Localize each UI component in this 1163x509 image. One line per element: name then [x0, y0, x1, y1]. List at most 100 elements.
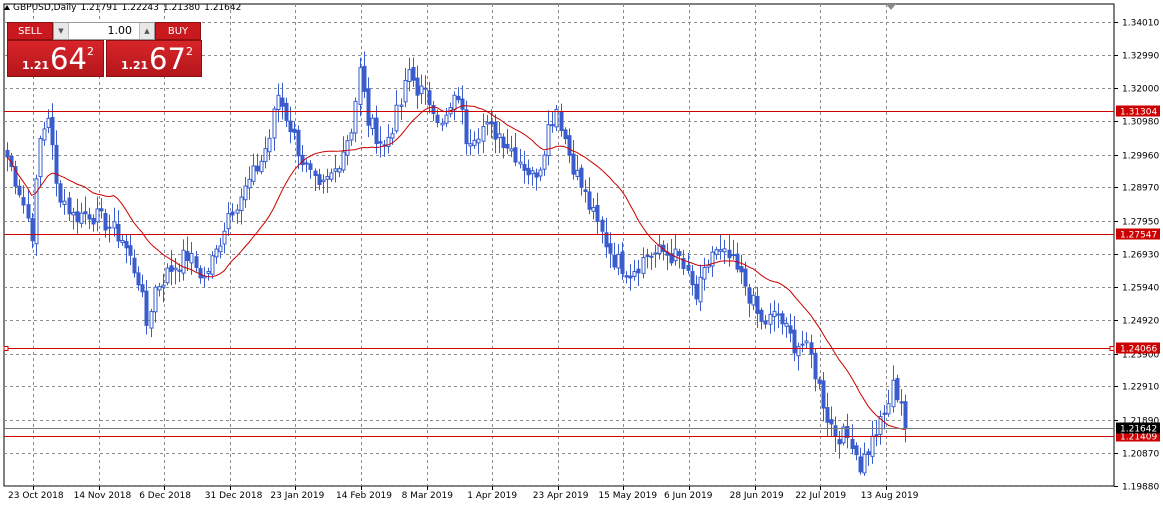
candle-body: [42, 128, 47, 141]
candle-body: [444, 114, 449, 124]
candle-body: [107, 226, 112, 229]
candle-body: [161, 284, 166, 288]
candle-body: [181, 249, 186, 274]
y-tick-label: 1.34010: [1122, 19, 1159, 29]
candle-body: [21, 197, 26, 206]
candle-body: [189, 253, 194, 264]
candle-body: [698, 276, 703, 303]
line-handle-right: [1109, 346, 1115, 351]
candle-body: [79, 212, 84, 224]
candle-body: [71, 212, 76, 216]
candle-body: [534, 172, 539, 178]
y-tick-label: 1.32000: [1122, 85, 1159, 95]
candle-body: [780, 313, 785, 325]
candle-body: [472, 139, 477, 146]
candle-body: [485, 121, 490, 125]
candle-body: [140, 284, 145, 293]
buy-button[interactable]: BUY: [155, 22, 201, 40]
candle-body: [891, 379, 896, 408]
candle-body: [501, 136, 506, 149]
candle-body: [435, 114, 440, 124]
candle-body: [538, 169, 543, 177]
candle-body: [866, 451, 871, 455]
candle-body: [645, 254, 650, 258]
candle-body: [862, 453, 867, 474]
candle-body: [136, 272, 141, 286]
candle-body: [571, 153, 576, 175]
lot-size-field[interactable]: ▼ 1.00 ▲: [53, 22, 155, 40]
candle-body: [612, 254, 617, 268]
lot-decrease-icon[interactable]: ▼: [54, 23, 69, 39]
candle-body: [321, 179, 326, 183]
candle-body: [690, 271, 695, 286]
candle-body: [587, 191, 592, 210]
candle-body: [530, 170, 535, 175]
buy-price-pips: 67: [149, 42, 186, 76]
candle-body: [218, 245, 223, 253]
chart-shift-icon: [886, 4, 896, 10]
lot-increase-icon[interactable]: ▲: [139, 23, 154, 39]
candle-body: [116, 223, 121, 242]
line-handle-left: [3, 346, 9, 351]
candle-body: [772, 310, 777, 318]
x-tick-label: 31 Dec 2018: [205, 491, 263, 501]
candle-body: [58, 183, 63, 203]
candle-body: [550, 124, 555, 127]
lot-size-value[interactable]: 1.00: [108, 23, 133, 39]
x-tick-label: 23 Oct 2018: [8, 491, 64, 501]
candle-body: [91, 218, 96, 225]
y-tick-label: 1.20870: [1122, 450, 1159, 460]
candle-body: [411, 67, 416, 81]
candle-body: [505, 143, 510, 149]
candle-body: [841, 426, 846, 444]
candle-body: [788, 325, 793, 334]
candle-body: [567, 135, 572, 156]
candle-body: [825, 407, 830, 423]
sell-button[interactable]: SELL: [7, 22, 53, 40]
candle-body: [784, 322, 789, 327]
candle-body: [390, 133, 395, 139]
candle-body: [813, 352, 818, 380]
buy-price-button[interactable]: 1.21 67 2: [106, 40, 202, 77]
collapse-triangle-icon[interactable]: [4, 5, 10, 10]
candle-body: [222, 230, 227, 245]
candle-body: [718, 249, 723, 252]
candle-body: [194, 256, 199, 268]
candle-body: [407, 69, 412, 82]
candle-body: [62, 200, 67, 205]
candle-body: [206, 271, 211, 274]
candle-body: [624, 275, 629, 278]
candle-body: [481, 125, 486, 142]
chart-window[interactable]: 1.34010 1.32990 1.32000 1.30980 1.29960 1.289…: [0, 0, 1163, 509]
candle-body: [329, 172, 334, 180]
candle-body: [394, 104, 399, 132]
sell-price-prefix: 1.21: [22, 59, 50, 72]
candle-body: [247, 178, 252, 189]
candle-body: [899, 401, 904, 404]
candle-body: [673, 248, 678, 262]
candle-body: [423, 87, 428, 90]
candle-body: [608, 243, 613, 254]
candle-body: [591, 206, 596, 212]
candle-body: [263, 148, 268, 163]
y-tick-label: 1.30980: [1122, 118, 1159, 128]
candle-body: [144, 290, 149, 326]
candle-body: [313, 170, 318, 176]
candle-body: [460, 98, 465, 110]
candle-body: [850, 438, 855, 450]
candle-body: [727, 249, 732, 259]
candle-body: [292, 128, 297, 133]
candle-body: [26, 204, 31, 219]
x-tick-label: 28 Jun 2019: [730, 491, 784, 501]
candle-body: [522, 164, 527, 171]
candle-body: [251, 165, 256, 182]
close-value: 1.21642: [204, 3, 242, 13]
candle-body: [239, 196, 244, 212]
candle-body: [800, 343, 805, 346]
sell-price-button[interactable]: 1.21 64 2: [7, 40, 104, 77]
candle-body: [337, 168, 342, 173]
candle-body: [30, 218, 35, 242]
candle-body: [427, 90, 432, 106]
candle-body: [817, 379, 822, 384]
candle-body: [489, 121, 494, 125]
